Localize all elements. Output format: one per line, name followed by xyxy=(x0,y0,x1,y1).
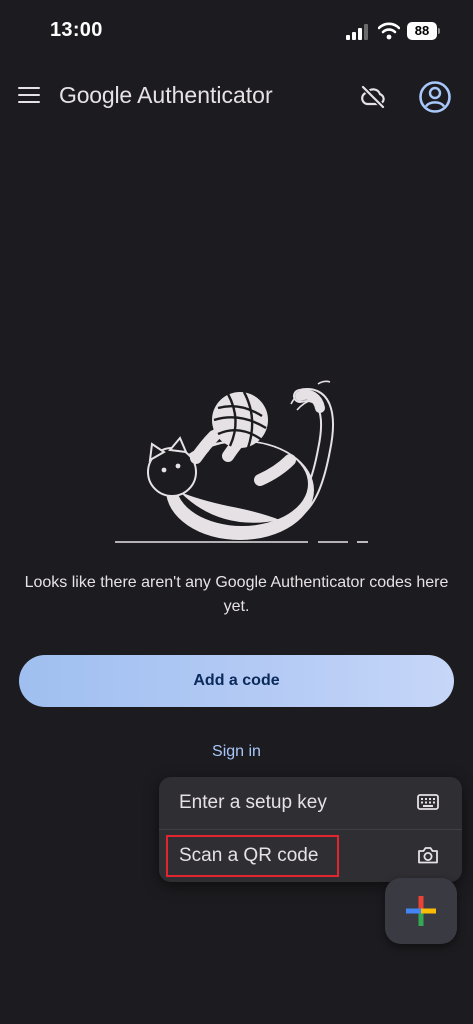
battery-tip xyxy=(438,28,440,34)
status-time: 13:00 xyxy=(50,19,103,41)
plus-icon xyxy=(406,896,436,926)
app-title-product: Authenticator xyxy=(137,82,273,108)
keyboard-icon xyxy=(417,794,439,810)
empty-state-message: Looks like there aren't any Google Authe… xyxy=(24,574,449,615)
status-bar: 13:00 88 xyxy=(0,0,473,60)
app-title: Google Authenticator xyxy=(59,82,273,109)
cloud-off-icon[interactable] xyxy=(358,82,388,112)
menu-item-enter-setup-key[interactable]: Enter a setup key xyxy=(159,777,462,830)
cat-playing-with-yarn-illustration xyxy=(115,380,368,543)
hamburger-menu-icon[interactable] xyxy=(18,87,40,105)
wifi-icon xyxy=(378,22,400,40)
app-bar: Google Authenticator xyxy=(0,70,473,122)
add-fab-button[interactable] xyxy=(385,878,457,944)
menu-item-label: Enter a setup key xyxy=(179,792,327,813)
account-circle-icon[interactable] xyxy=(418,80,452,114)
camera-icon xyxy=(418,847,438,864)
menu-item-label: Scan a QR code xyxy=(179,845,319,866)
app-title-brand: Google xyxy=(59,82,132,108)
add-code-button[interactable]: Add a code xyxy=(19,655,454,707)
cellular-signal-icon xyxy=(346,24,368,40)
add-code-menu: Enter a setup key Scan a QR code xyxy=(159,777,462,882)
menu-item-scan-qr-code[interactable]: Scan a QR code xyxy=(159,830,462,882)
battery-indicator: 88 xyxy=(407,22,437,40)
sign-in-link[interactable]: Sign in xyxy=(0,743,473,761)
